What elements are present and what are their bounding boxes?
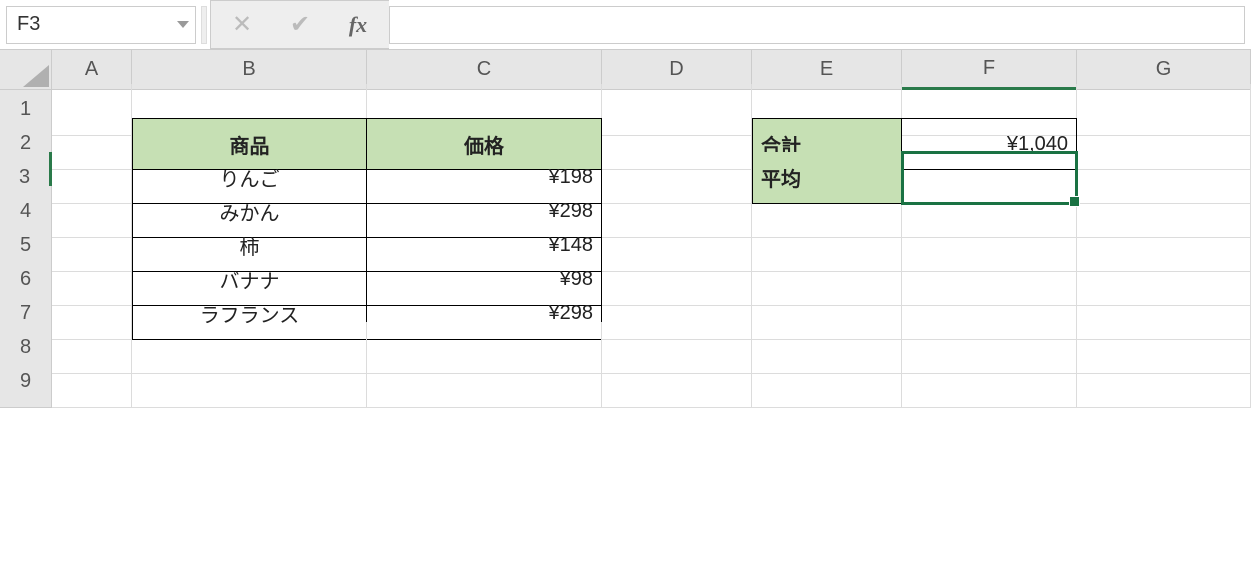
name-box-value: F3 bbox=[17, 13, 40, 36]
formula-bar-controls: ✕ ✔ fx bbox=[210, 0, 389, 49]
cell-G9[interactable] bbox=[1077, 356, 1251, 408]
cell-C9[interactable] bbox=[367, 356, 602, 408]
select-all-corner[interactable] bbox=[0, 50, 52, 90]
cell-D9[interactable] bbox=[602, 356, 752, 408]
formula-input[interactable] bbox=[389, 6, 1245, 44]
enter-icon: ✔ bbox=[271, 2, 329, 48]
cell-B9[interactable] bbox=[132, 356, 367, 408]
cell-E9[interactable] bbox=[752, 356, 902, 408]
row-header-9[interactable]: 9 bbox=[0, 356, 52, 408]
formula-bar-divider[interactable] bbox=[201, 6, 207, 44]
formula-bar: F3 ✕ ✔ fx bbox=[0, 0, 1251, 50]
cancel-icon: ✕ bbox=[213, 2, 271, 48]
cell-F9[interactable] bbox=[902, 356, 1077, 408]
spreadsheet-grid[interactable]: A B C D E F G 1 2 商品 価格 合計 ¥1,040 3 りんご … bbox=[0, 50, 1251, 390]
fx-icon[interactable]: fx bbox=[329, 2, 387, 48]
chevron-down-icon[interactable] bbox=[177, 21, 189, 28]
cell-F3[interactable] bbox=[902, 152, 1077, 204]
name-box[interactable]: F3 bbox=[6, 6, 196, 44]
cell-A9[interactable] bbox=[52, 356, 132, 408]
